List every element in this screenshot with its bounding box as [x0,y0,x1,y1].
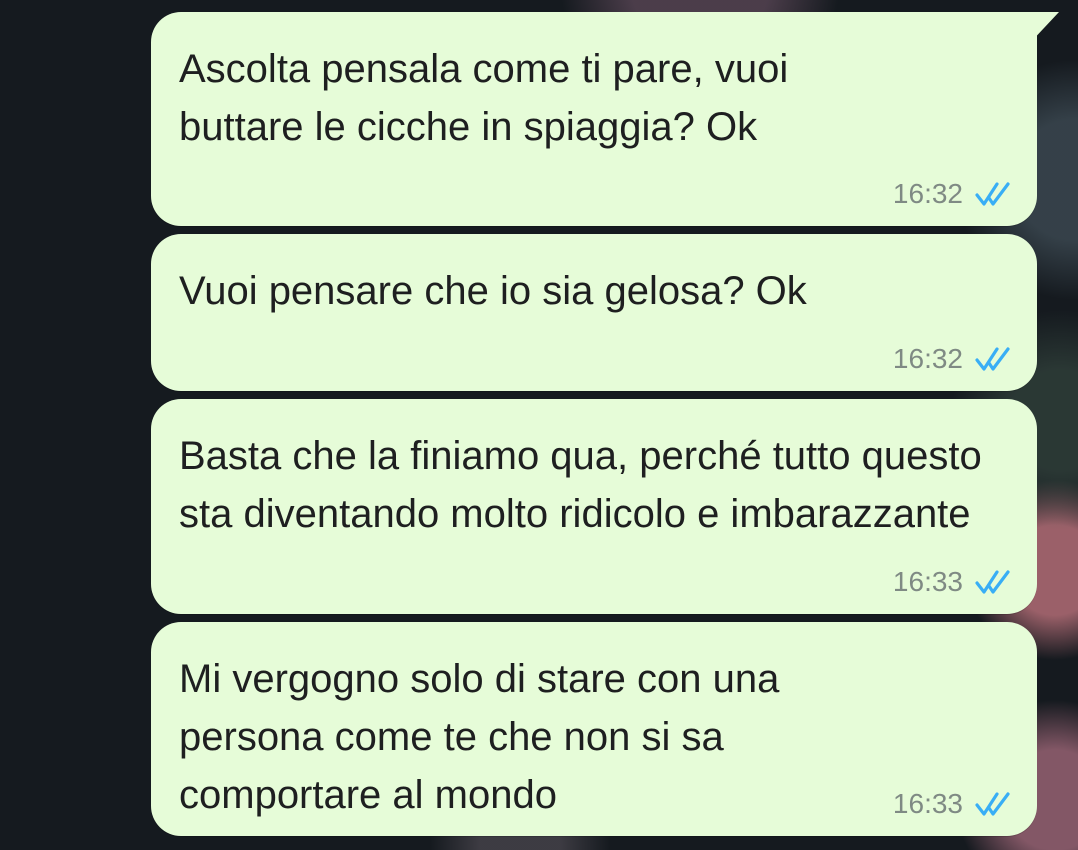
double-check-read-icon [975,347,1010,371]
message-time: 16:33 [892,788,963,819]
message-text: Mi vergogno solo di stare con una person… [179,657,780,817]
message-meta: 16:32 [893,345,1013,373]
message-text: Basta che la finiamo qua, perché tutto q… [179,434,982,536]
message-text: Vuoi pensare che io sia gelosa? Ok [179,269,807,313]
outgoing-message-bubble[interactable]: Basta che la finiamo qua, perché tutto q… [151,399,1037,614]
message-list[interactable]: Ascolta pensala come ti pare, vuoi butta… [0,0,1078,850]
message-meta: 16:33 [893,568,1013,596]
message-time: 16:33 [892,566,963,597]
message-text: Ascolta pensala come ti pare, vuoi butta… [179,47,789,149]
message-meta: 16:33 [893,790,1013,818]
double-check-read-icon [975,570,1010,594]
bubble-tail [1029,12,1059,44]
outgoing-message-bubble[interactable]: Mi vergogno solo di stare con una person… [151,622,1037,836]
outgoing-message-bubble[interactable]: Vuoi pensare che io sia gelosa? Ok 16:32 [151,234,1037,391]
outgoing-message-bubble[interactable]: Ascolta pensala come ti pare, vuoi butta… [151,12,1059,226]
message-meta: 16:32 [893,180,1013,208]
double-check-read-icon [975,182,1010,206]
double-check-read-icon [975,792,1010,816]
message-time: 16:32 [892,343,963,374]
message-time: 16:32 [892,178,963,209]
